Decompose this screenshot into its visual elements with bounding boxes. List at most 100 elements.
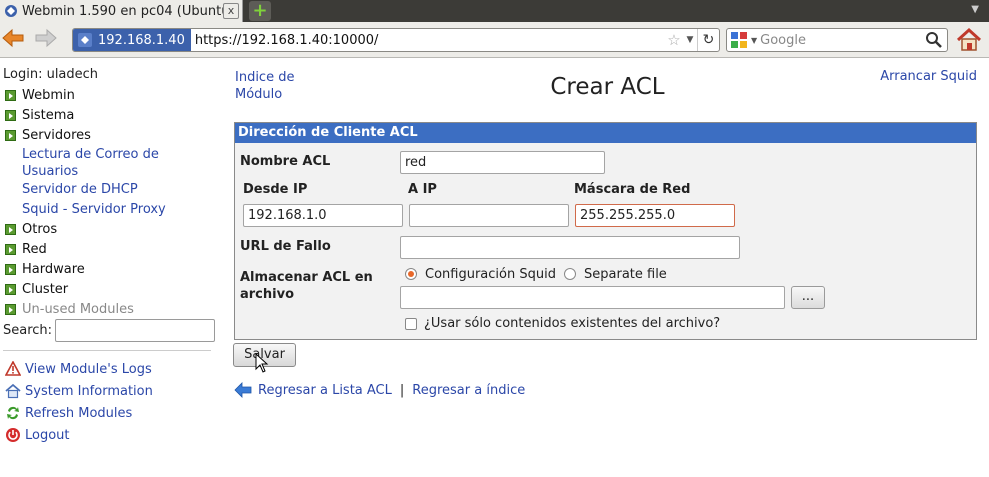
browse-file-button[interactable]: ... — [791, 286, 825, 309]
menu-category-label: Cluster — [22, 281, 69, 297]
tab-close-button[interactable]: x — [223, 3, 239, 19]
expand-icon — [5, 303, 16, 315]
module-search-input[interactable] — [55, 319, 215, 342]
new-tab-button[interactable]: + — [249, 1, 271, 21]
refresh-modules-link[interactable]: Refresh Modules — [5, 404, 132, 422]
browser-tab[interactable]: Webmin 1.590 en pc04 (Ubuntu... x — [0, 0, 243, 22]
site-identity-label: 192.168.1.40 — [98, 32, 185, 48]
url-bar[interactable]: 192.168.1.40 https://192.168.1.40:10000/… — [72, 28, 720, 52]
acl-name-label: Nombre ACL — [240, 154, 331, 169]
webmin-left-menu: Login: uladech Webmin Sistema Servidores… — [0, 58, 226, 477]
refresh-icon — [7, 406, 19, 420]
expand-icon — [5, 283, 16, 295]
netmask-input[interactable] — [575, 204, 735, 227]
tool-label: Refresh Modules — [25, 405, 133, 421]
menu-item-lectura-correo[interactable]: Lectura de Correo de Usuarios — [22, 146, 192, 180]
search-engine-placeholder[interactable]: Google — [760, 33, 924, 48]
back-arrow-icon — [2, 28, 24, 48]
file-path-input[interactable] — [400, 286, 785, 309]
site-identity-button[interactable]: 192.168.1.40 — [73, 29, 191, 51]
radio-squid-config-label: Configuración Squid — [425, 267, 556, 282]
expand-icon — [5, 129, 16, 141]
warning-icon — [5, 361, 21, 376]
menu-category-label: Sistema — [22, 107, 75, 123]
tool-label: View Module's Logs — [25, 361, 152, 377]
section-header: Dirección de Cliente ACL — [235, 123, 976, 143]
menu-item-servidor-dhcp[interactable]: Servidor de DHCP — [22, 181, 192, 198]
forward-button[interactable] — [33, 28, 59, 52]
menu-category-label: Un-used Modules — [22, 301, 134, 317]
menu-category-servidores[interactable]: Servidores — [5, 126, 91, 144]
menu-category-label: Red — [22, 241, 47, 257]
expand-icon — [5, 109, 16, 121]
page-title: Crear ACL — [550, 74, 665, 100]
to-ip-input[interactable] — [409, 204, 569, 227]
menu-category-label: Hardware — [22, 261, 85, 277]
menu-category-red[interactable]: Red — [5, 240, 47, 258]
forward-arrow-icon — [35, 28, 57, 48]
url-text[interactable]: https://192.168.1.40:10000/ — [191, 33, 665, 48]
menu-divider — [3, 350, 211, 351]
radio-separate-file[interactable] — [564, 268, 576, 280]
reload-button[interactable]: ↻ — [697, 29, 719, 51]
back-arrow-icon — [234, 382, 252, 398]
view-module-logs-link[interactable]: View Module's Logs — [5, 360, 152, 378]
to-ip-label: A IP — [408, 182, 437, 197]
menu-category-cluster[interactable]: Cluster — [5, 280, 68, 298]
login-label: Login: uladech — [3, 67, 99, 82]
main-content: Indice de Módulo Crear ACL Arrancar Squi… — [226, 58, 989, 477]
house-icon — [5, 383, 21, 399]
mouse-cursor-icon — [255, 353, 269, 373]
tab-list-arrow-icon[interactable]: ▼ — [971, 4, 979, 15]
power-icon — [6, 428, 20, 442]
tool-label: Logout — [25, 427, 70, 443]
acl-form-section: Dirección de Cliente ACL Nombre ACL Desd… — [234, 122, 977, 340]
from-ip-label: Desde IP — [243, 182, 308, 197]
link-separator: | — [399, 382, 405, 398]
menu-category-sistema[interactable]: Sistema — [5, 106, 74, 124]
radio-separate-file-label: Separate file — [584, 267, 667, 282]
fail-url-label: URL de Fallo — [240, 239, 331, 254]
menu-category-webmin[interactable]: Webmin — [5, 86, 75, 104]
navigation-toolbar: 192.168.1.40 https://192.168.1.40:10000/… — [0, 22, 989, 58]
start-squid-link[interactable]: Arrancar Squid — [880, 69, 977, 84]
search-bar[interactable]: ▼ Google — [726, 28, 948, 52]
menu-item-squid-proxy[interactable]: Squid - Servidor Proxy — [22, 201, 192, 218]
site-icon — [78, 33, 92, 47]
menu-category-label: Otros — [22, 221, 58, 237]
radio-squid-config[interactable] — [405, 268, 417, 280]
tab-title: Webmin 1.590 en pc04 (Ubuntu... — [22, 3, 223, 19]
logout-link[interactable]: Logout — [5, 426, 70, 444]
menu-category-label: Webmin — [22, 87, 75, 103]
back-to-acl-list-link[interactable]: Regresar a Lista ACL — [258, 383, 392, 398]
store-file-label: Almacenar ACL en archivo — [240, 270, 373, 302]
acl-name-input[interactable] — [400, 151, 605, 174]
expand-icon — [5, 263, 16, 275]
expand-icon — [5, 243, 16, 255]
search-label: Search: — [3, 323, 53, 338]
tab-bar: Webmin 1.590 en pc04 (Ubuntu... x + ▼ — [0, 0, 989, 22]
menu-category-otros[interactable]: Otros — [5, 220, 57, 238]
search-icon[interactable] — [924, 30, 944, 50]
bookmark-star-icon[interactable]: ☆ — [665, 31, 683, 49]
existing-contents-label: ¿Usar sólo contenidos existentes del arc… — [424, 316, 721, 331]
url-history-dropdown-icon[interactable]: ▼ — [683, 35, 697, 45]
google-icon — [731, 32, 747, 48]
expand-icon — [5, 89, 16, 101]
menu-category-hardware[interactable]: Hardware — [5, 260, 85, 278]
search-engine-dropdown-icon[interactable]: ▼ — [751, 36, 757, 45]
back-links: Regresar a Lista ACL | Regresar a índice — [234, 380, 525, 400]
back-button[interactable] — [0, 28, 26, 52]
existing-contents-checkbox[interactable] — [405, 318, 417, 330]
menu-category-unused-modules[interactable]: Un-used Modules — [5, 300, 134, 318]
webmin-favicon-icon — [5, 5, 17, 17]
menu-category-label: Servidores — [22, 127, 91, 143]
home-icon[interactable] — [955, 27, 983, 53]
expand-icon — [5, 223, 16, 235]
back-to-index-link[interactable]: Regresar a índice — [412, 383, 525, 398]
fail-url-input[interactable] — [400, 236, 740, 259]
system-information-link[interactable]: System Information — [5, 382, 153, 400]
tool-label: System Information — [25, 383, 153, 399]
netmask-label: Máscara de Red — [574, 182, 691, 197]
from-ip-input[interactable] — [243, 204, 403, 227]
